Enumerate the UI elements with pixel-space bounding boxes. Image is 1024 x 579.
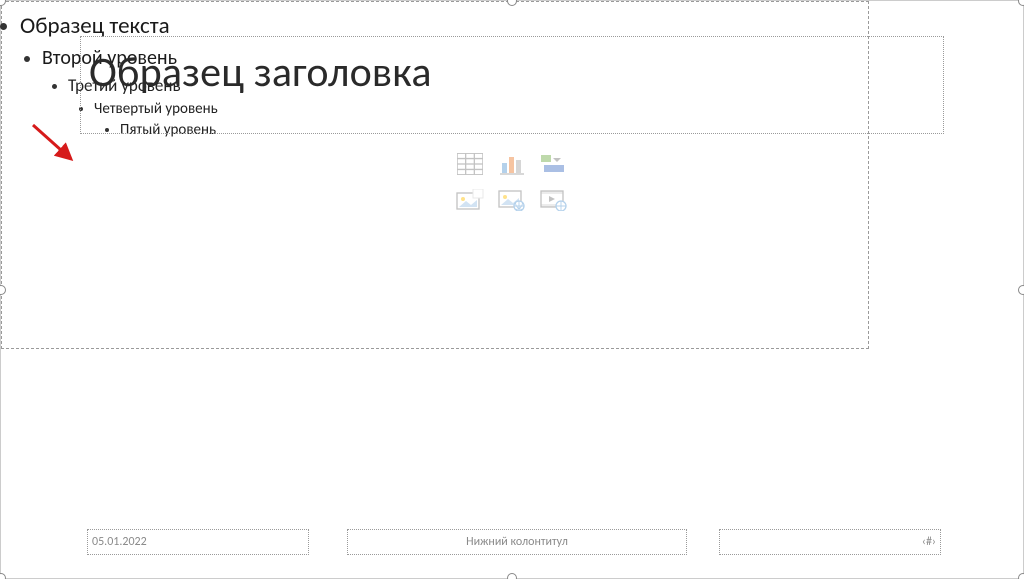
content-placeholder-icons xyxy=(449,151,575,223)
resize-handle-top-right[interactable] xyxy=(1018,0,1024,6)
footer-placeholder[interactable]: Нижний колонтитул xyxy=(347,529,687,555)
resize-handle-middle-left[interactable] xyxy=(0,285,6,295)
resize-handle-middle-right[interactable] xyxy=(1018,285,1024,295)
insert-online-picture-icon[interactable] xyxy=(498,187,526,211)
insert-table-icon[interactable] xyxy=(456,151,484,175)
date-placeholder-text[interactable]: 05.01.2022 xyxy=(92,535,147,549)
footer-placeholder-text[interactable]: Нижний колонтитул xyxy=(466,535,568,549)
slide-number-placeholder[interactable]: ‹#› xyxy=(719,529,941,555)
insert-video-icon[interactable] xyxy=(540,187,568,211)
slide-number-placeholder-text[interactable]: ‹#› xyxy=(922,535,936,549)
insert-picture-icon[interactable] xyxy=(456,187,484,211)
slide-master-canvas: Образец заголовка Образец текста Второй … xyxy=(0,0,1024,579)
resize-handle-bottom-middle[interactable] xyxy=(507,573,517,579)
date-placeholder[interactable]: 05.01.2022 xyxy=(87,529,309,555)
insert-smartart-icon[interactable] xyxy=(540,151,568,175)
insert-chart-icon[interactable] xyxy=(498,151,526,175)
resize-handle-bottom-left[interactable] xyxy=(0,573,6,579)
title-placeholder[interactable]: Образец заголовка xyxy=(80,36,944,134)
title-placeholder-text[interactable]: Образец заголовка xyxy=(89,47,935,98)
resize-handle-bottom-right[interactable] xyxy=(1018,573,1024,579)
